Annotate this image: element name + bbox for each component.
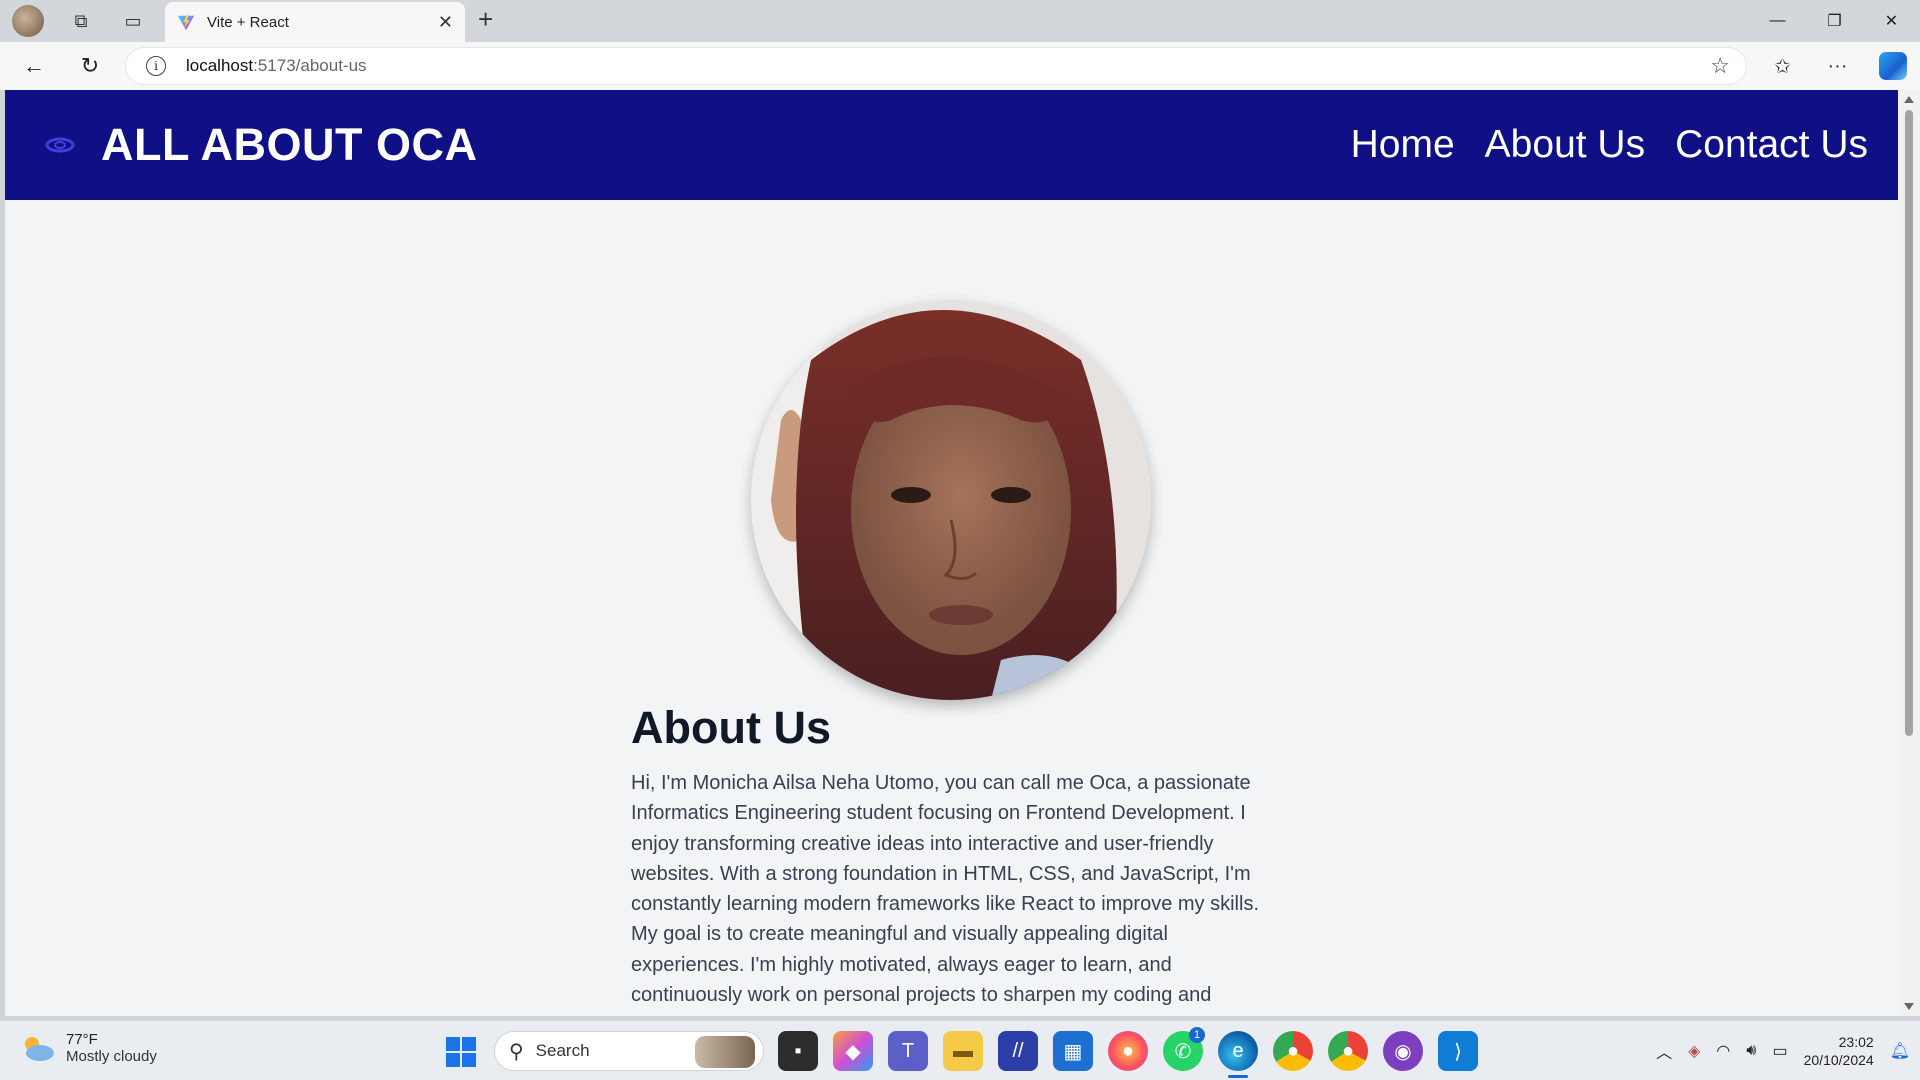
vscode-icon[interactable]: ⟩ bbox=[1438, 1031, 1478, 1071]
search-highlight-image bbox=[695, 1036, 755, 1068]
site-header: ALL ABOUT OCA Home About Us Contact Us bbox=[5, 90, 1898, 200]
wifi-icon[interactable]: ◠ bbox=[1716, 1041, 1730, 1061]
nav-about-link[interactable]: About Us bbox=[1485, 123, 1645, 167]
file-explorer-icon[interactable]: ▬ bbox=[943, 1031, 983, 1071]
teams-icon[interactable]: T bbox=[888, 1031, 928, 1071]
store-icon[interactable]: ▦ bbox=[1053, 1031, 1093, 1071]
nav-contact-link[interactable]: Contact Us bbox=[1675, 123, 1868, 167]
notification-bell-icon[interactable]: 🔔︎ bbox=[1890, 1041, 1910, 1061]
page-scrollbar[interactable] bbox=[1898, 90, 1920, 1016]
weather-temp: 77°F bbox=[66, 1031, 98, 1048]
workspaces-icon[interactable]: ⧉ bbox=[64, 4, 98, 38]
more-menu-icon[interactable]: ··· bbox=[1810, 55, 1865, 78]
back-icon[interactable]: ← bbox=[6, 42, 62, 90]
logo-icon bbox=[45, 137, 75, 153]
site-brand[interactable]: ALL ABOUT OCA bbox=[101, 119, 477, 171]
profile-photo bbox=[751, 300, 1151, 700]
scroll-up-icon[interactable] bbox=[1904, 96, 1914, 103]
github-desktop-icon[interactable]: ◉ bbox=[1383, 1031, 1423, 1071]
copilot-icon[interactable] bbox=[1865, 52, 1920, 80]
task-view-icon[interactable]: ▪ bbox=[778, 1031, 818, 1071]
address-bar[interactable]: i localhost:5173/about-us ☆ bbox=[126, 48, 1746, 84]
browser-tab[interactable]: Vite + React ✕ bbox=[165, 2, 465, 42]
taskbar-search[interactable]: ⚲ Search bbox=[494, 1031, 764, 1071]
favorite-star-icon[interactable]: ☆ bbox=[1710, 53, 1730, 79]
url-path: :5173/about-us bbox=[253, 56, 367, 75]
weather-widget[interactable]: 77°F Mostly cloudy bbox=[20, 1031, 157, 1065]
editor-app-icon[interactable]: // bbox=[998, 1031, 1038, 1071]
system-tray: ︿ ◈ ◠ 🔊︎ ▭ 23:02 20/10/2024 🔔︎ bbox=[1656, 1021, 1910, 1080]
chrome-icon[interactable]: ● bbox=[1273, 1031, 1313, 1071]
page-viewport: ALL ABOUT OCA Home About Us Contact Us A… bbox=[5, 90, 1898, 1016]
clock-time: 23:02 bbox=[1838, 1034, 1874, 1050]
windows-start-icon[interactable] bbox=[446, 1037, 476, 1067]
site-info-icon[interactable]: i bbox=[146, 56, 166, 76]
clock-date: 20/10/2024 bbox=[1803, 1052, 1874, 1068]
main-nav: Home About Us Contact Us bbox=[1351, 123, 1868, 167]
about-paragraph: Hi, I'm Monicha Ailsa Neha Utomo, you ca… bbox=[631, 772, 1259, 1007]
browser-tab-bar: ⧉ ▭ Vite + React ✕ + — ❐ ✕ bbox=[0, 0, 1920, 42]
tray-app-icon[interactable]: ◈ bbox=[1688, 1041, 1700, 1061]
edge-icon[interactable]: e bbox=[1218, 1031, 1258, 1078]
nav-home-link[interactable]: Home bbox=[1351, 123, 1455, 167]
clock[interactable]: 23:02 20/10/2024 bbox=[1804, 1033, 1874, 1069]
close-window-icon[interactable]: ✕ bbox=[1863, 0, 1920, 42]
profile-avatar[interactable] bbox=[12, 5, 44, 37]
vite-icon bbox=[177, 14, 195, 31]
taskbar: 77°F Mostly cloudy ⚲ Search ▪ ◆ T ▬ // ▦… bbox=[0, 1020, 1920, 1080]
refresh-icon[interactable]: ↻ bbox=[62, 42, 118, 90]
weather-desc: Mostly cloudy bbox=[66, 1048, 157, 1065]
favorites-icon[interactable]: ✩ bbox=[1755, 54, 1810, 79]
chevron-up-icon[interactable]: ︿ bbox=[1656, 1039, 1672, 1063]
about-title: About Us bbox=[631, 702, 831, 753]
chrome-profile-icon[interactable]: ● bbox=[1328, 1031, 1368, 1071]
taskbar-apps: ▪ ◆ T ▬ // ▦ ● ✆ 1 e ● ● ◉ ⟩ bbox=[778, 1027, 1478, 1078]
search-label: Search bbox=[535, 1041, 590, 1060]
scroll-down-icon[interactable] bbox=[1904, 1003, 1914, 1010]
vertical-tabs-icon[interactable]: ▭ bbox=[116, 4, 150, 38]
scroll-thumb[interactable] bbox=[1905, 110, 1913, 736]
minimize-icon[interactable]: — bbox=[1749, 0, 1806, 42]
search-icon: ⚲ bbox=[509, 1040, 524, 1063]
battery-icon[interactable]: ▭ bbox=[1772, 1041, 1787, 1061]
url-host: localhost bbox=[186, 56, 254, 75]
tab-title: Vite + React bbox=[207, 13, 289, 31]
firefox-icon[interactable]: ● bbox=[1108, 1031, 1148, 1071]
whatsapp-icon[interactable]: ✆ 1 bbox=[1163, 1027, 1205, 1071]
volume-icon[interactable]: 🔊︎ bbox=[1746, 1042, 1756, 1060]
whatsapp-badge: 1 bbox=[1189, 1027, 1205, 1043]
restore-icon[interactable]: ❐ bbox=[1806, 0, 1863, 42]
toolbar-right: ✩ ··· bbox=[1755, 42, 1920, 90]
browser-toolbar: ← ↻ i localhost:5173/about-us ☆ ✩ ··· bbox=[0, 42, 1920, 90]
close-tab-icon[interactable]: ✕ bbox=[438, 12, 453, 33]
cloud-sun-icon bbox=[25, 1037, 54, 1061]
new-tab-icon[interactable]: + bbox=[478, 4, 493, 35]
window-controls: — ❐ ✕ bbox=[1749, 0, 1920, 42]
copilot-app-icon[interactable]: ◆ bbox=[833, 1031, 873, 1071]
